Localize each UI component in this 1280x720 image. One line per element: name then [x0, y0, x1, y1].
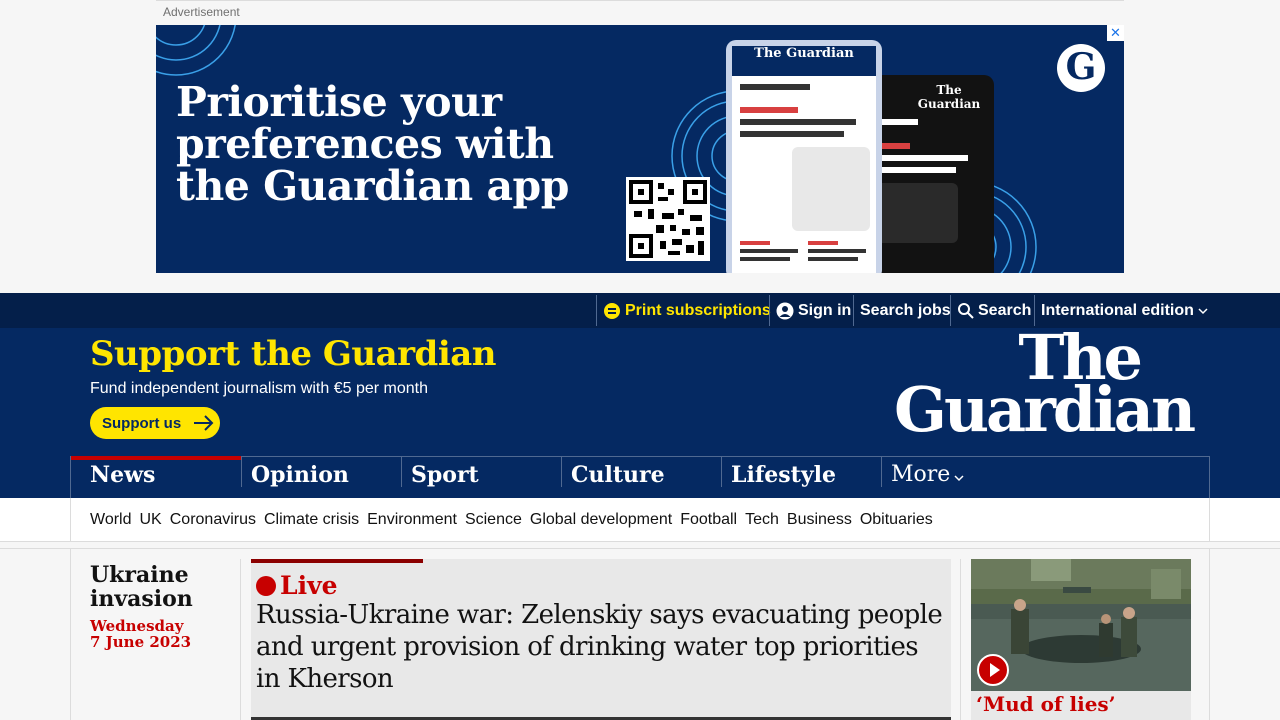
guardian-g-logo-icon — [1057, 44, 1105, 92]
article-headline[interactable]: Russia-Ukraine war: Zelenskiy says evacu… — [256, 599, 948, 695]
nav-pillar-lifestyle[interactable]: Lifestyle — [721, 457, 881, 499]
nav-more-menu[interactable]: More — [881, 457, 1001, 499]
live-dot-icon — [256, 575, 276, 596]
section-date: Wednesday 7 June 2023 — [90, 618, 191, 650]
live-label: Live — [280, 571, 338, 600]
divider — [960, 559, 961, 720]
sign-in-label: Sign in — [798, 301, 852, 319]
subnav-link-football[interactable]: Football — [680, 511, 737, 529]
card-top-rule — [251, 559, 423, 563]
side-article-headline[interactable]: ‘Mud of lies’ — [971, 691, 1191, 720]
subnav-link-environment[interactable]: Environment — [367, 511, 457, 529]
divider — [853, 295, 854, 326]
support-us-label: Support us — [102, 414, 182, 432]
subnav-link-climate-crisis[interactable]: Climate crisis — [264, 511, 359, 529]
chevron-down-icon — [1198, 307, 1208, 314]
ad-banner[interactable]: The Guardian The Guardian Prioritise you… — [156, 25, 1124, 273]
divider — [240, 559, 241, 720]
ad-phone-brand-front: The Guardian — [754, 46, 854, 61]
advertisement-label: Advertisement — [156, 0, 1124, 23]
pillar-nav: News Opinion Sport Culture Lifestyle Mor… — [70, 456, 1210, 498]
subnav-link-uk[interactable]: UK — [140, 511, 162, 529]
search-jobs-link[interactable]: Search jobs — [860, 293, 951, 328]
nav-pillar-culture[interactable]: Culture — [561, 457, 721, 499]
arrow-right-icon — [194, 415, 214, 431]
chevron-down-icon — [954, 475, 964, 482]
advertisement-region: Advertisement The Guardian The Guardian … — [0, 0, 1280, 293]
ad-close-icon[interactable]: ✕ — [1107, 25, 1124, 41]
nav-pillar-sport[interactable]: Sport — [401, 457, 561, 499]
subnav-link-world[interactable]: World — [90, 511, 132, 529]
print-subscriptions-icon — [604, 302, 620, 319]
subnav-link-tech[interactable]: Tech — [745, 511, 779, 529]
sub-nav-links: World UK Coronavirus Climate crisis Envi… — [70, 498, 1210, 542]
subnav-link-science[interactable]: Science — [465, 511, 522, 529]
support-title: Support the Guardian — [90, 334, 497, 374]
section-date-date: 7 June 2023 — [90, 633, 192, 651]
account-icon — [776, 302, 794, 319]
ad-headline-line: preferences with — [176, 120, 554, 168]
subnav-link-coronavirus[interactable]: Coronavirus — [170, 511, 256, 529]
ad-headline-line: the Guardian app — [176, 162, 569, 210]
play-video-icon[interactable] — [977, 654, 1009, 686]
search-label: Search — [978, 301, 1032, 319]
live-article-card[interactable]: Live Russia-Ukraine war: Zelenskiy says … — [251, 559, 951, 720]
search-jobs-label: Search jobs — [860, 301, 951, 319]
live-kicker: Live — [256, 571, 338, 600]
divider — [596, 295, 597, 326]
front-section-ukraine: Ukraine invasion Wednesday 7 June 2023 L… — [70, 549, 1210, 720]
section-title[interactable]: Ukraine invasion — [90, 563, 230, 611]
sub-nav: World UK Coronavirus Climate crisis Envi… — [0, 498, 1280, 542]
divider — [769, 295, 770, 326]
search-icon — [958, 302, 974, 319]
subnav-link-obituaries[interactable]: Obituaries — [860, 511, 933, 529]
guardian-logo[interactable]: The Guardian — [894, 327, 1196, 446]
support-us-button[interactable]: Support us — [90, 407, 220, 439]
edition-label: International edition — [1041, 301, 1194, 319]
ad-headline-line: Prioritise your — [176, 78, 502, 126]
sign-in-link[interactable]: Sign in — [776, 293, 851, 328]
logo-line: Guardian — [894, 373, 1196, 446]
support-subtitle: Fund independent journalism with €5 per … — [90, 380, 428, 397]
ad-headline: Prioritise your preferences with the Gua… — [176, 81, 569, 207]
print-subscriptions-label: Print subscriptions — [625, 301, 771, 319]
nav-pillar-news[interactable]: News — [71, 456, 241, 499]
section-date-day: Wednesday — [90, 617, 184, 635]
nav-pillar-opinion[interactable]: Opinion — [241, 457, 401, 499]
ad-phone-brand-back: The Guardian — [917, 83, 981, 111]
divider — [950, 295, 951, 326]
nav-more-label: More — [891, 462, 951, 487]
subnav-link-business[interactable]: Business — [787, 511, 852, 529]
print-subscriptions-link[interactable]: Print subscriptions — [603, 293, 771, 328]
subnav-link-global-development[interactable]: Global development — [530, 511, 672, 529]
